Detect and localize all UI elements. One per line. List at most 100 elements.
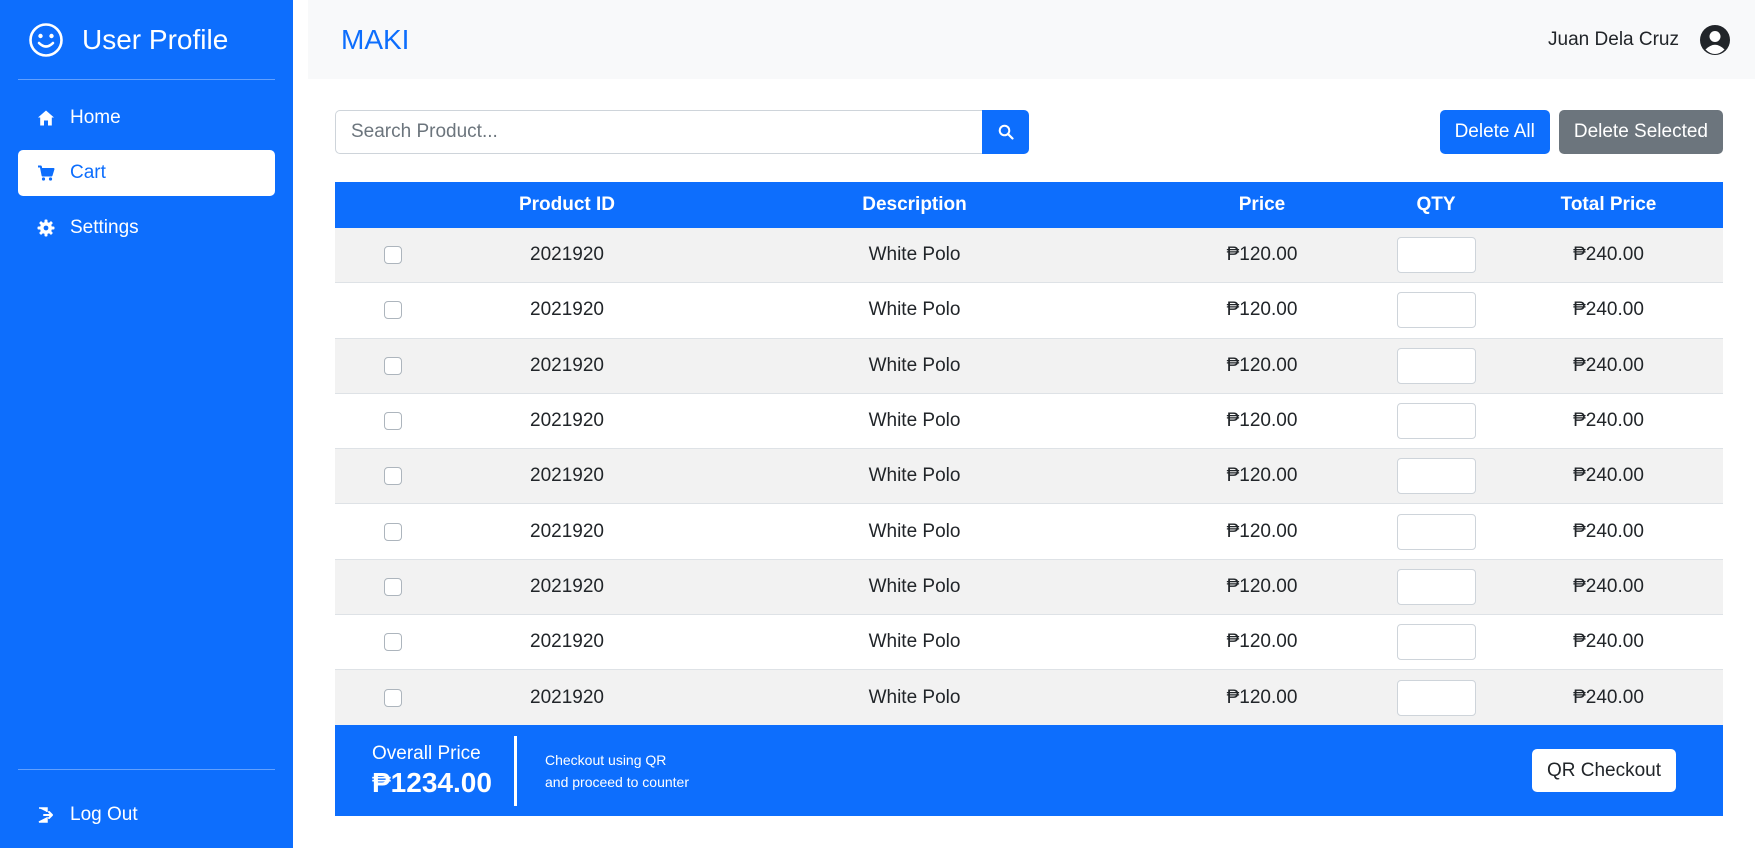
qty-input[interactable] <box>1396 347 1476 384</box>
row-select-cell <box>335 301 451 320</box>
overall-price-block: Overall Price ₱1234.00 <box>335 743 514 799</box>
qty-cell <box>1378 292 1494 329</box>
table-row: 2021920 White Polo ₱120.00 ₱240.00 <box>335 228 1723 284</box>
qr-checkout-button[interactable]: QR Checkout <box>1531 749 1676 792</box>
table-row: 2021920 White Polo ₱120.00 ₱240.00 <box>335 504 1723 560</box>
qty-input[interactable] <box>1396 568 1476 605</box>
overall-price-value: ₱1234.00 <box>372 766 492 798</box>
app-root: User Profile Home Cart Settings Log Out … <box>0 0 1755 848</box>
sidebar-item-home[interactable]: Home <box>18 95 275 141</box>
product-id-cell: 2021920 <box>530 631 604 653</box>
checkout-note-line: and proceed to counter <box>545 773 689 790</box>
total-price-cell: ₱240.00 <box>1573 631 1644 653</box>
checkout-note: Checkout using QR and proceed to counter <box>545 749 689 793</box>
product-id-cell: 2021920 <box>530 410 604 432</box>
sidebar-item-label: Settings <box>70 217 139 238</box>
home-icon <box>36 108 56 128</box>
description-cell: White Polo <box>868 465 961 487</box>
delete-all-button[interactable]: Delete All <box>1439 110 1550 154</box>
sidebar-footer-nav: Log Out <box>0 792 293 838</box>
description-cell: White Polo <box>868 410 961 432</box>
qty-input[interactable] <box>1396 292 1476 329</box>
row-checkbox[interactable] <box>384 356 402 375</box>
description-cell: White Polo <box>868 299 961 321</box>
search-button[interactable] <box>982 110 1029 154</box>
row-checkbox[interactable] <box>384 577 402 596</box>
qty-input[interactable] <box>1396 679 1476 716</box>
description-cell: White Polo <box>868 575 961 597</box>
product-id-cell: 2021920 <box>530 465 604 487</box>
checkout-note-line: Checkout using QR <box>545 751 667 768</box>
column-header-description: Description <box>862 194 967 215</box>
product-id-cell: 2021920 <box>530 299 604 321</box>
qty-cell <box>1378 568 1494 605</box>
table-header: Product ID Description Price QTY Total P… <box>335 182 1723 228</box>
row-select-cell <box>335 246 451 265</box>
bulk-actions: Delete All Delete Selected <box>1439 110 1723 154</box>
row-select-cell <box>335 577 451 596</box>
total-price-cell: ₱240.00 <box>1573 299 1644 321</box>
row-checkbox[interactable] <box>384 633 402 652</box>
total-price-cell: ₱240.00 <box>1573 575 1644 597</box>
sidebar-divider <box>18 769 275 770</box>
gear-icon <box>36 218 56 238</box>
product-id-cell: 2021920 <box>530 354 604 376</box>
row-select-cell <box>335 412 451 431</box>
logout-button[interactable]: Log Out <box>18 792 275 838</box>
smiley-icon <box>28 22 64 58</box>
table-row: 2021920 White Polo ₱120.00 ₱240.00 <box>335 283 1723 339</box>
row-checkbox[interactable] <box>384 246 402 265</box>
row-checkbox[interactable] <box>384 467 402 486</box>
table-row: 2021920 White Polo ₱120.00 ₱240.00 <box>335 393 1723 450</box>
row-checkbox[interactable] <box>384 412 402 431</box>
total-price-cell: ₱240.00 <box>1573 520 1644 542</box>
row-select-cell <box>335 467 451 486</box>
qty-input[interactable] <box>1396 458 1476 495</box>
search-input[interactable] <box>335 110 982 154</box>
qty-cell <box>1378 347 1494 384</box>
toolbar: Delete All Delete Selected <box>335 110 1723 154</box>
price-cell: ₱120.00 <box>1226 244 1298 266</box>
description-cell: White Polo <box>868 520 961 542</box>
column-header-price: Price <box>1238 194 1286 215</box>
qty-cell <box>1378 624 1494 661</box>
app-brand[interactable]: MAKI <box>341 24 409 56</box>
table-row: 2021920 White Polo ₱120.00 ₱240.00 <box>335 449 1723 505</box>
delete-selected-button[interactable]: Delete Selected <box>1558 110 1723 154</box>
description-cell: White Polo <box>868 686 961 708</box>
product-id-cell: 2021920 <box>530 244 604 266</box>
main-content: MAKI Juan Dela Cruz Delete All Delete S <box>293 0 1755 848</box>
price-cell: ₱120.00 <box>1226 410 1298 432</box>
qty-cell <box>1378 458 1494 495</box>
user-menu[interactable]: Juan Dela Cruz <box>1548 24 1731 56</box>
column-header-qty: QTY <box>1416 194 1456 215</box>
qty-input[interactable] <box>1396 403 1476 440</box>
row-select-cell <box>335 633 451 652</box>
description-cell: White Polo <box>868 244 961 266</box>
qty-input[interactable] <box>1396 624 1476 661</box>
row-select-cell <box>335 522 451 541</box>
row-checkbox[interactable] <box>384 522 402 541</box>
price-cell: ₱120.00 <box>1226 520 1298 542</box>
row-checkbox[interactable] <box>384 301 402 320</box>
qty-input[interactable] <box>1396 237 1476 274</box>
price-cell: ₱120.00 <box>1226 299 1298 321</box>
qty-input[interactable] <box>1396 513 1476 550</box>
sidebar-nav: Home Cart Settings <box>0 80 293 251</box>
topbar: MAKI Juan Dela Cruz <box>308 0 1755 79</box>
sidebar-item-cart[interactable]: Cart <box>18 150 275 196</box>
column-header-product-id: Product ID <box>518 194 616 215</box>
description-cell: White Polo <box>868 631 961 653</box>
qty-cell <box>1378 403 1494 440</box>
total-price-cell: ₱240.00 <box>1573 686 1644 708</box>
table-body: 2021920 White Polo ₱120.00 ₱240.00 2021920 Wh… <box>335 228 1723 726</box>
total-price-cell: ₱240.00 <box>1573 465 1644 487</box>
row-checkbox[interactable] <box>384 688 402 707</box>
search-icon <box>998 124 1014 140</box>
table-row: 2021920 White Polo ₱120.00 ₱240.00 <box>335 615 1723 671</box>
sidebar-item-label: Cart <box>70 162 106 183</box>
user-avatar-icon[interactable] <box>1699 24 1731 56</box>
qty-cell <box>1378 237 1494 274</box>
logout-label: Log Out <box>70 804 138 825</box>
sidebar-item-settings[interactable]: Settings <box>18 205 275 251</box>
